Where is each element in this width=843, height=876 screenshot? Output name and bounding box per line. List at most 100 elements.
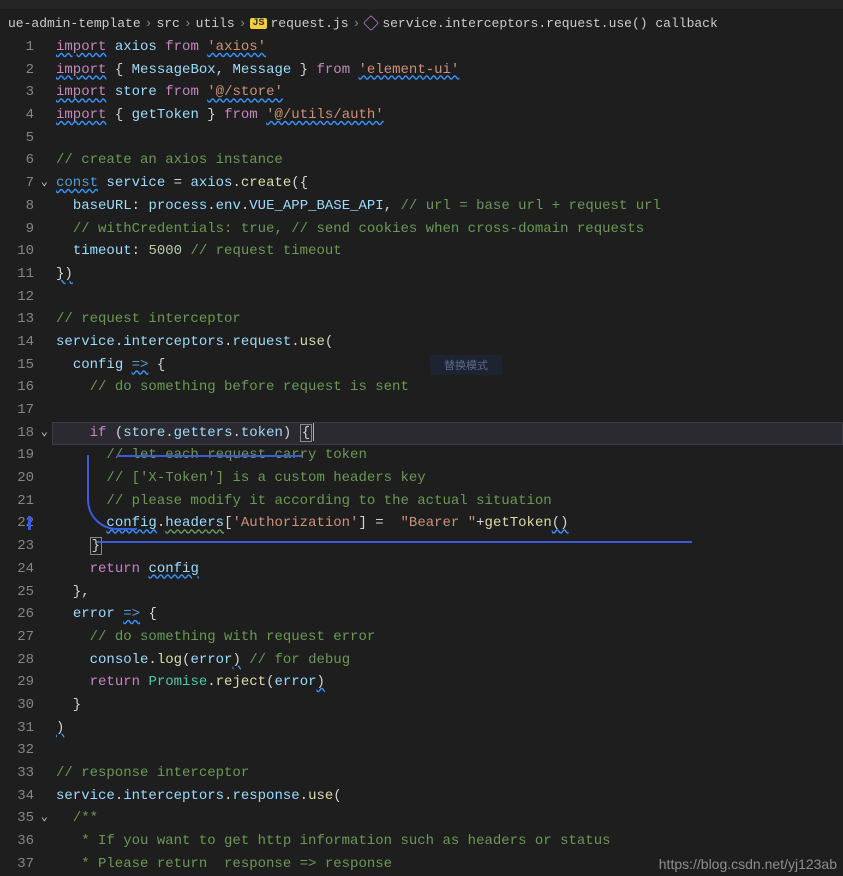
line-number[interactable]: 9	[0, 218, 34, 241]
line-number[interactable]: 35⌄	[0, 807, 34, 830]
line-number[interactable]: 31	[0, 717, 34, 740]
code-line[interactable]: },	[56, 581, 843, 604]
code-line[interactable]	[56, 286, 843, 309]
breadcrumb-item[interactable]: utils	[196, 16, 235, 31]
code-line[interactable]: )	[56, 717, 843, 740]
code-line[interactable]	[56, 739, 843, 762]
code-token	[157, 39, 165, 55]
line-number[interactable]: 15	[0, 354, 34, 377]
code-line[interactable]: service.interceptors.response.use(	[56, 785, 843, 808]
line-number[interactable]: 23	[0, 535, 34, 558]
line-number[interactable]: 28	[0, 649, 34, 672]
code-line[interactable]: import store from '@/store'	[56, 81, 843, 104]
line-number[interactable]: 20	[0, 467, 34, 490]
line-number[interactable]: 33	[0, 762, 34, 785]
line-number[interactable]: 30	[0, 694, 34, 717]
code-line[interactable]: if (store.getters.token) {	[56, 422, 843, 445]
code-token	[56, 810, 73, 826]
line-number[interactable]: 11	[0, 263, 34, 286]
code-line[interactable]: import { getToken } from '@/utils/auth'	[56, 104, 843, 127]
line-number[interactable]: 24	[0, 558, 34, 581]
code-line[interactable]: // do something before request is sent	[56, 376, 843, 399]
code-line[interactable]: import axios from 'axios'	[56, 36, 843, 59]
line-number[interactable]: 12	[0, 286, 34, 309]
line-number[interactable]: 32	[0, 739, 34, 762]
code-line[interactable]: console.log(error) // for debug	[56, 649, 843, 672]
code-token: )	[317, 674, 325, 690]
code-line[interactable]: }	[56, 535, 843, 558]
code-token: MessageBox	[132, 62, 216, 78]
line-number[interactable]: 7⌄	[0, 172, 34, 195]
line-number[interactable]: 37	[0, 853, 34, 876]
code-line[interactable]: /**	[56, 807, 843, 830]
code-line[interactable]: // ['X-Token'] is a custom headers key	[56, 467, 843, 490]
code-token: from	[165, 84, 199, 100]
code-token: +	[476, 515, 484, 531]
code-editor[interactable]: 1234567⌄89101112131415161718⌄19202122232…	[0, 36, 843, 876]
code-line[interactable]: // withCredentials: true, // send cookie…	[56, 218, 843, 241]
line-number[interactable]: 21	[0, 490, 34, 513]
code-token: env	[216, 198, 241, 214]
breadcrumb-item[interactable]: ue-admin-template	[8, 16, 141, 31]
code-line[interactable]: })	[56, 263, 843, 286]
line-number[interactable]: 2	[0, 59, 34, 82]
code-line[interactable]: error => {	[56, 603, 843, 626]
code-line[interactable]: return Promise.reject(error)	[56, 671, 843, 694]
code-line[interactable]: // create an axios instance	[56, 149, 843, 172]
code-line[interactable]: config.headers['Authorization'] = "Beare…	[56, 512, 843, 535]
fold-chevron-icon[interactable]: ⌄	[36, 426, 48, 438]
code-token: reject	[216, 674, 266, 690]
line-number[interactable]: 5	[0, 127, 34, 150]
code-token: =>	[123, 606, 140, 622]
code-line[interactable]: * If you want to get http information su…	[56, 830, 843, 853]
code-token: "Bearer "	[401, 515, 477, 531]
line-number[interactable]: 22	[0, 512, 34, 535]
code-line[interactable]: // request interceptor	[56, 308, 843, 331]
breadcrumb-file[interactable]: JS request.js	[250, 16, 348, 31]
breadcrumb-symbol[interactable]: service.interceptors.request.use() callb…	[364, 16, 717, 31]
line-number[interactable]: 27	[0, 626, 34, 649]
code-token: /**	[73, 810, 98, 826]
line-number-gutter[interactable]: 1234567⌄89101112131415161718⌄19202122232…	[0, 36, 52, 876]
line-number[interactable]: 29	[0, 671, 34, 694]
code-token: token	[241, 425, 283, 441]
code-line[interactable]: const service = axios.create({	[56, 172, 843, 195]
line-number[interactable]: 34	[0, 785, 34, 808]
line-number[interactable]: 3	[0, 81, 34, 104]
breadcrumb[interactable]: ue-admin-template › src › utils › JS req…	[0, 10, 843, 36]
line-number[interactable]: 4	[0, 104, 34, 127]
code-token: // request timeout	[190, 243, 341, 259]
line-number[interactable]: 16	[0, 376, 34, 399]
code-area[interactable]: 替换模式 import axios from 'axios'import { M…	[52, 36, 843, 876]
code-line[interactable]: // response interceptor	[56, 762, 843, 785]
code-line[interactable]	[56, 399, 843, 422]
line-number[interactable]: 19	[0, 444, 34, 467]
editor-tabs-bar[interactable]	[0, 0, 843, 10]
code-line[interactable]: // please modify it according to the act…	[56, 490, 843, 513]
code-token: axios	[115, 39, 157, 55]
code-line[interactable]: service.interceptors.request.use(	[56, 331, 843, 354]
line-number[interactable]: 26	[0, 603, 34, 626]
line-number[interactable]: 17	[0, 399, 34, 422]
line-number[interactable]: 36	[0, 830, 34, 853]
code-line[interactable]: import { MessageBox, Message } from 'ele…	[56, 59, 843, 82]
code-token: ] =	[359, 515, 401, 531]
code-line[interactable]: timeout: 5000 // request timeout	[56, 240, 843, 263]
code-line[interactable]	[56, 127, 843, 150]
line-number[interactable]: 18⌄	[0, 422, 34, 445]
code-line[interactable]: return config	[56, 558, 843, 581]
line-number[interactable]: 14	[0, 331, 34, 354]
code-line[interactable]: }	[56, 694, 843, 717]
code-line[interactable]: // do something with request error	[56, 626, 843, 649]
fold-chevron-icon[interactable]: ⌄	[36, 811, 48, 823]
line-number[interactable]: 1	[0, 36, 34, 59]
line-number[interactable]: 10	[0, 240, 34, 263]
line-number[interactable]: 13	[0, 308, 34, 331]
code-token: .	[291, 334, 299, 350]
line-number[interactable]: 8	[0, 195, 34, 218]
line-number[interactable]: 6	[0, 149, 34, 172]
fold-chevron-icon[interactable]: ⌄	[36, 176, 48, 188]
code-line[interactable]: baseURL: process.env.VUE_APP_BASE_API, /…	[56, 195, 843, 218]
breadcrumb-item[interactable]: src	[156, 16, 179, 31]
line-number[interactable]: 25	[0, 581, 34, 604]
